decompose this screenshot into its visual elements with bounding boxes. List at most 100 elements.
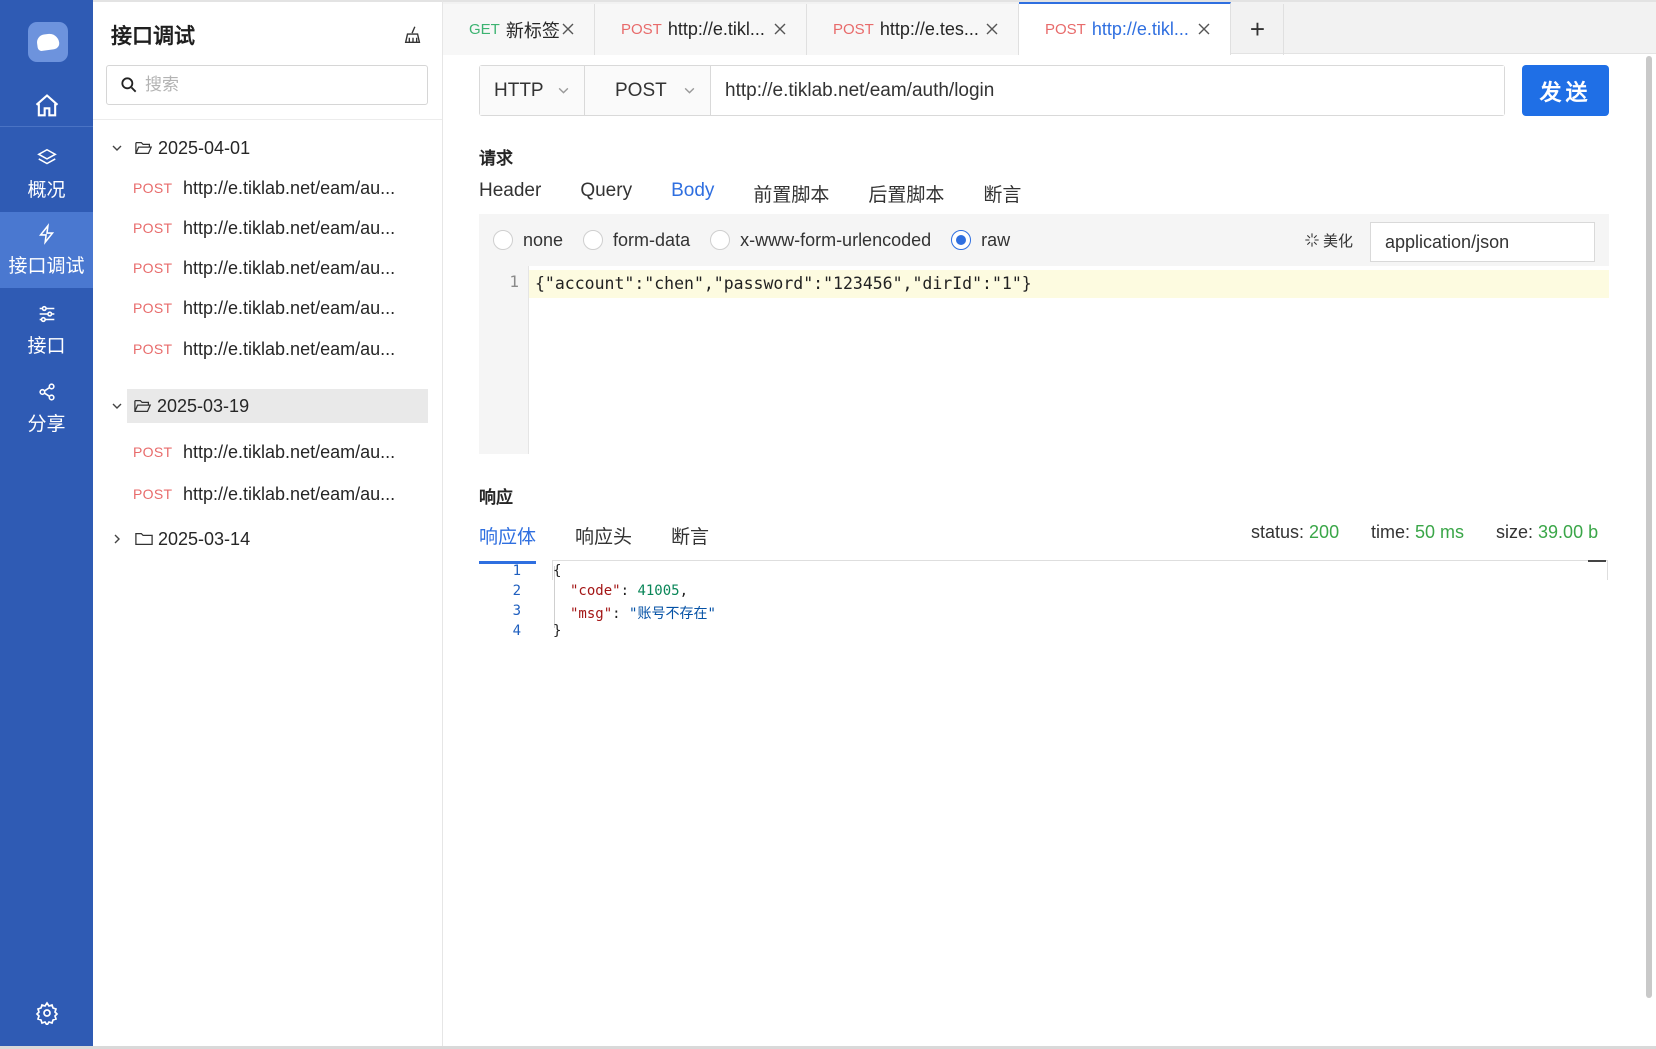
history-request[interactable]: POST http://e.tiklab.net/eam/au... [133,211,428,245]
clear-broom-icon[interactable] [400,22,426,48]
history-request[interactable]: POST http://e.tiklab.net/eam/au... [133,332,428,366]
folder-date: 2025-03-14 [158,528,251,549]
content-type-select[interactable]: application/json [1370,222,1595,262]
close-icon[interactable] [558,19,578,39]
search-icon [121,77,137,93]
response-subtabs: 响应体 响应头 断言 [479,522,748,564]
nav-item-share[interactable]: 分享 [0,370,93,446]
radio-urlencoded[interactable]: x-www-form-urlencoded [710,230,931,251]
settings-gear-icon[interactable] [0,995,93,1031]
home-icon[interactable] [0,86,93,126]
response-line: } [553,623,562,639]
request-tab[interactable]: POST http://e.tikl... [595,4,807,55]
nav-item-label: 分享 [27,413,66,435]
history-request[interactable]: POST http://e.tiklab.net/eam/au... [133,291,428,325]
json-string: "账号不存在" [629,606,716,622]
request-url: http://e.tiklab.net/eam/au... [183,338,396,359]
search-input[interactable] [145,75,405,95]
close-icon[interactable] [1194,19,1214,39]
chevron-down-icon [684,87,695,94]
response-line: { [553,563,562,579]
radio-button[interactable] [583,230,604,250]
tab-query[interactable]: Query [580,180,632,214]
request-tab[interactable]: POST http://e.tes... [807,4,1019,55]
tab-body[interactable]: Body [671,180,715,222]
sidebar-search[interactable] [106,65,428,105]
folder-date: 2025-03-19 [157,395,250,416]
radio-raw[interactable]: raw [951,230,1010,251]
tab-title: http://e.tes... [879,19,979,39]
folder-open-icon [132,395,154,417]
folder-2025-04-01[interactable]: 2025-04-01 [106,131,428,165]
nav-item-api[interactable]: 接口 [0,292,93,368]
vertical-scrollbar[interactable] [1646,56,1652,998]
lightning-icon [38,222,54,245]
folder-open-icon [133,137,155,159]
url-input[interactable] [711,66,1504,115]
line-number: 2 [512,583,521,599]
request-tab-active[interactable]: POST http://e.tikl... [1019,2,1231,55]
tab-response-assertions[interactable]: 断言 [671,522,709,556]
folder-2025-03-14[interactable]: 2025-03-14 [106,522,428,556]
json-number: 41005 [637,583,680,599]
body-code: {"account":"chen","password":"123456","d… [535,274,1032,293]
radio-none[interactable]: none [493,230,563,251]
method-badge: POST [133,486,173,502]
nav-item-label: 接口 [27,335,66,357]
tab-response-headers[interactable]: 响应头 [575,522,632,556]
editor-gutter: 1 [479,266,529,454]
folder-2025-03-19[interactable]: 2025-03-19 [127,389,428,423]
request-tab[interactable]: GET 新标签 [443,4,595,55]
radio-button-selected[interactable] [951,230,972,250]
radio-label: none [523,229,564,250]
nav-item-api-debug[interactable]: 接口调试 [0,212,93,288]
tab-response-body[interactable]: 响应体 [479,522,537,564]
close-icon[interactable] [982,19,1002,39]
history-request[interactable]: POST http://e.tiklab.net/eam/au... [133,435,428,469]
beautify-button[interactable]: 美化 [1304,214,1353,266]
history-request[interactable]: POST http://e.tiklab.net/eam/au... [133,171,428,205]
line-number: 1 [509,272,519,291]
app-root: 概况 接口调试 接口 分享 接口调试 搜索 2025-04-01 POST ht… [0,0,1656,1049]
status-label: status: [1251,522,1305,542]
request-subtabs: Header Query Body 前置脚本 后置脚本 断言 [479,180,1060,222]
body-editor[interactable]: 1 {"account":"chen","password":"123456",… [479,266,1609,454]
history-request[interactable]: POST http://e.tiklab.net/eam/au... [133,477,428,511]
nav-item-overview[interactable]: 概况 [0,136,93,212]
sparkle-icon [1305,233,1319,247]
response-viewer[interactable] [552,560,1608,580]
method-badge: POST [133,220,173,236]
size-value: 39.00 b [1538,522,1599,542]
radio-form-data[interactable]: form-data [583,230,690,251]
left-nav: 概况 接口调试 接口 分享 [0,0,93,1049]
response-time: time: 50 ms [1371,522,1464,543]
chevron-right-icon[interactable] [106,528,128,550]
radio-button[interactable] [493,230,513,250]
method-badge: POST [133,180,173,196]
send-button[interactable]: 发送 [1522,65,1609,116]
json-key: "code" [570,583,621,599]
line-number: 1 [512,563,521,579]
tab-pre-script[interactable]: 前置脚本 [753,180,829,214]
tab-title: 新标签 [505,20,560,41]
tab-assertions[interactable]: 断言 [983,180,1021,214]
tab-header[interactable]: Header [479,180,541,214]
method-select[interactable]: POST [585,66,711,115]
method-value: POST [615,79,667,101]
chevron-down-icon[interactable] [106,137,128,159]
method-badge: POST [133,300,173,316]
close-icon[interactable] [770,19,790,39]
tab-method: GET [469,21,500,38]
request-url: http://e.tiklab.net/eam/au... [183,217,396,238]
protocol-select[interactable]: HTTP [480,66,585,115]
radio-button[interactable] [710,230,731,250]
tab-post-script[interactable]: 后置脚本 [868,180,944,214]
fold-marker[interactable] [1588,560,1606,562]
add-tab-button[interactable]: + [1232,4,1284,55]
history-request[interactable]: POST http://e.tiklab.net/eam/au... [133,251,428,285]
json-key: "msg" [570,606,613,622]
protocol-value: HTTP [494,79,544,101]
time-label: time: [1371,522,1411,542]
sidebar: 接口调试 2025-04-01 POST http://e.tiklab.net… [93,0,443,1049]
request-url: http://e.tiklab.net/eam/au... [183,297,396,318]
